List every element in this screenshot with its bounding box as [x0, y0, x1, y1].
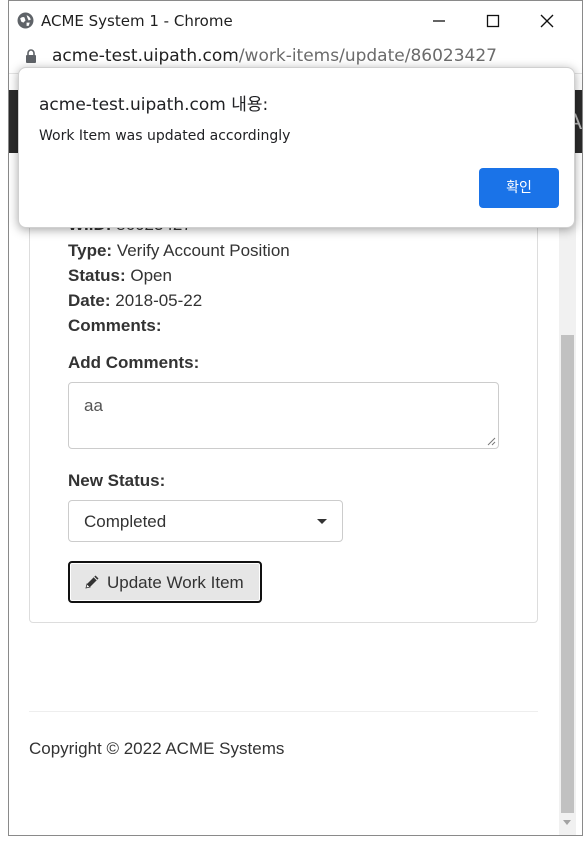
add-comments-label: Add Comments:	[68, 353, 200, 372]
title-bar: ACME System 1 - Chrome	[9, 1, 582, 41]
maximize-icon[interactable]	[481, 9, 505, 33]
globe-icon	[17, 12, 34, 29]
comments-textarea[interactable]: aa	[68, 382, 499, 449]
status-line: Status: Open	[68, 266, 172, 285]
window-edge	[576, 153, 582, 835]
close-icon[interactable]	[535, 9, 559, 33]
minimize-icon[interactable]	[427, 9, 451, 33]
scroll-down-arrow-icon[interactable]	[563, 820, 571, 825]
chevron-down-icon	[317, 519, 327, 524]
vertical-scrollbar[interactable]	[559, 153, 576, 835]
update-button-label: Update Work Item	[107, 573, 244, 592]
copyright-text: Copyright © 2022 ACME Systems	[29, 739, 285, 758]
type-line: Type: Verify Account Position	[68, 241, 290, 260]
dialog-message: Work Item was updated accordingly	[39, 128, 291, 144]
window-title: ACME System 1 - Chrome	[41, 12, 233, 30]
status-value: Open	[130, 266, 172, 285]
comments-line: Comments:	[68, 316, 162, 335]
url-text[interactable]: acme-test.uipath.com/work-items/update/8…	[52, 46, 497, 66]
update-work-item-button[interactable]: Update Work Item	[68, 561, 262, 603]
dialog-ok-button[interactable]: 확인	[479, 168, 559, 208]
date-value: 2018-05-22	[115, 291, 203, 310]
type-value: Verify Account Position	[116, 241, 290, 260]
dialog-title: acme-test.uipath.com 내용:	[39, 95, 269, 115]
comments-value: aa	[84, 396, 103, 415]
alert-dialog: acme-test.uipath.com 내용: Work Item was u…	[18, 67, 575, 228]
new-status-value: Completed	[84, 512, 167, 531]
scrollbar-thumb[interactable]	[561, 335, 574, 813]
new-status-select[interactable]: Completed	[68, 500, 343, 542]
url-host: acme-test.uipath.com	[52, 46, 239, 66]
new-status-label: New Status:	[68, 471, 166, 490]
footer-divider	[29, 711, 538, 712]
resize-grip-icon[interactable]	[486, 436, 496, 446]
pencil-icon	[85, 575, 99, 589]
lock-icon	[26, 49, 36, 63]
date-line: Date: 2018-05-22	[68, 291, 203, 310]
url-path: /work-items/update/86023427	[238, 46, 497, 66]
